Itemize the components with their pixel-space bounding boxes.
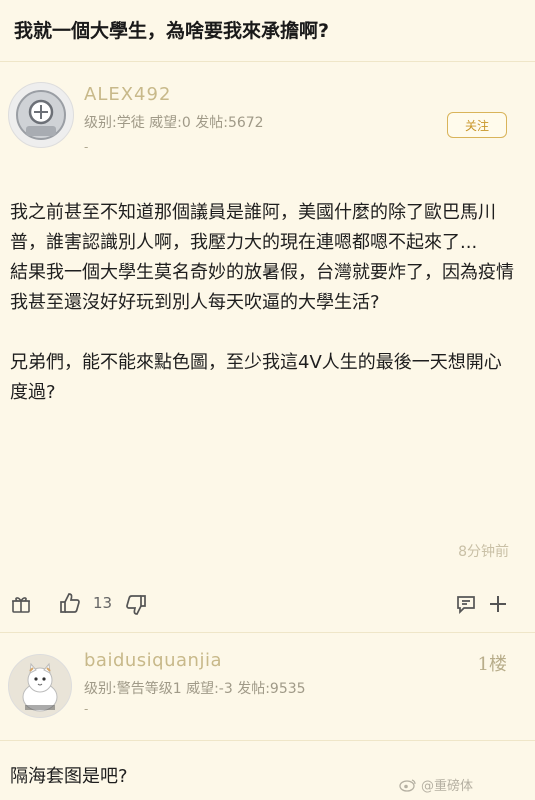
comment-icon[interactable] <box>453 591 479 617</box>
post-paragraph: 我之前甚至不知道那個議員是誰阿，美國什麼的除了歐巴馬川普，誰害認識別人啊，我壓力… <box>10 202 496 253</box>
floor-number: 1楼 <box>477 654 507 675</box>
post-paragraph: 兄弟們，能不能來點色圖，至少我這4V人生的最後一天想開心度過? <box>10 352 502 403</box>
user-signature: - <box>84 702 89 716</box>
reply-text: 隔海套图是吧? <box>10 766 128 787</box>
watermark-text: @重磅体 <box>420 779 473 794</box>
user-meta: 级别:警告等级1 威望:-3 发帖:9535 <box>84 681 306 697</box>
thumbs-down-icon[interactable] <box>122 591 150 619</box>
user-signature: - <box>84 140 89 154</box>
thread-title: 我就一個大學生，為啥要我來承擔啊? <box>0 0 535 62</box>
post-paragraph: 結果我一個大學生莫名奇妙的放暑假，台灣就要炸了，因為疫情我甚至還沒好好玩到別人每… <box>10 262 514 313</box>
watermark: @重磅体 <box>399 775 473 794</box>
post-action-bar: 13 <box>0 585 535 625</box>
follow-button[interactable]: 关注 <box>447 112 507 138</box>
divider <box>0 632 535 633</box>
cat-icon <box>9 655 71 717</box>
reply-header: baidusiquanjia 1楼 级别:警告等级1 威望:-3 发帖:9535… <box>0 640 535 740</box>
post-time: 8分钟前 <box>458 544 509 560</box>
avatar[interactable] <box>8 654 72 718</box>
gift-icon[interactable] <box>8 591 34 617</box>
avatar[interactable] <box>8 82 74 148</box>
diving-helmet-icon <box>16 90 66 140</box>
username[interactable]: baidusiquanjia <box>84 650 222 671</box>
post-header: ALEX492 级别:学徒 威望:0 发帖:5672 - 关注 <box>0 62 535 158</box>
username[interactable]: ALEX492 <box>84 84 171 105</box>
weibo-icon <box>399 778 416 792</box>
thumbs-up-icon[interactable] <box>56 589 84 617</box>
like-count: 13 <box>93 594 113 612</box>
post-content: 我之前甚至不知道那個議員是誰阿，美國什麼的除了歐巴馬川普，誰害認識別人啊，我壓力… <box>0 158 535 408</box>
divider <box>0 740 535 741</box>
plus-icon[interactable] <box>485 591 511 617</box>
user-meta: 级别:学徒 威望:0 发帖:5672 <box>84 115 264 131</box>
